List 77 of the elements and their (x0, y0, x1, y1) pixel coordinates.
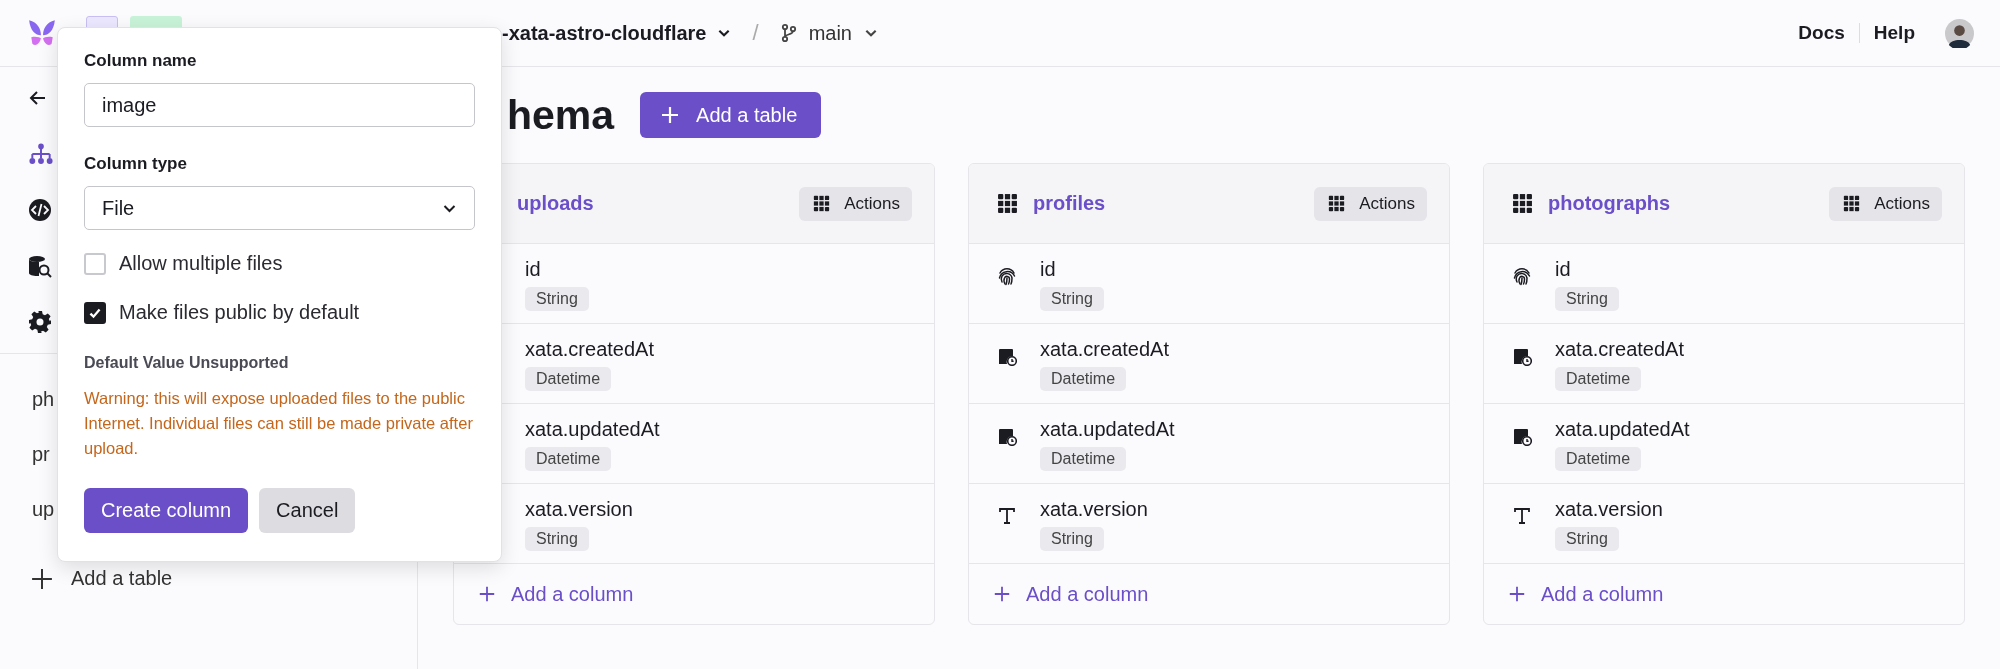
plus-icon (31, 567, 53, 590)
actions-button[interactable]: Actions (799, 186, 912, 221)
section-title: Default Value Unsupported (84, 354, 290, 372)
branch-dropdown[interactable]: main (780, 21, 878, 45)
column-type-tag: String (1555, 527, 1619, 551)
field-label: Column name (84, 50, 198, 72)
column-type-tag: Datetime (1040, 367, 1127, 391)
add-column-link[interactable]: Add a column (1508, 582, 1664, 606)
plus-icon (660, 105, 681, 125)
plus-icon (993, 585, 1011, 603)
grid-icon (1512, 193, 1533, 214)
column-name: xata.version (525, 497, 633, 522)
checkbox-label[interactable]: Make files public by default (119, 301, 360, 324)
grid-icon (1328, 195, 1346, 212)
code-icon (28, 198, 52, 222)
column-name: xata.createdAt (1555, 337, 1684, 362)
checkbox[interactable] (84, 301, 106, 324)
column-name: xata.updatedAt (525, 417, 660, 442)
column-type-tag: Datetime (1555, 367, 1642, 391)
table-name-link[interactable]: uploads (517, 192, 594, 215)
branch-icon (780, 23, 797, 43)
calendar-clock-icon (997, 346, 1017, 366)
hierarchy-icon (28, 143, 54, 165)
actions-button[interactable]: Actions (1314, 186, 1427, 221)
calendar-clock-icon (1512, 426, 1532, 446)
page-heading: hema (507, 91, 615, 139)
add-table-link[interactable]: Add a table (31, 567, 417, 590)
fingerprint-icon (997, 266, 1017, 286)
project-dropdown[interactable]: -xata-astro-cloudflare (502, 21, 731, 45)
fingerprint-icon (1512, 266, 1532, 286)
column-type-select[interactable]: File (84, 186, 475, 230)
create-column-button[interactable]: Create column (84, 488, 249, 533)
nav-link[interactable]: Docs (1798, 22, 1845, 44)
field-label: Column type (84, 153, 188, 175)
settings-icon (28, 310, 52, 334)
column-type-tag: Datetime (1040, 447, 1127, 471)
grid-icon (997, 193, 1018, 214)
column-name: id (1040, 257, 1056, 282)
checkbox-label[interactable]: Allow multiple files (119, 252, 283, 275)
text-type-icon (1512, 506, 1532, 526)
breadcrumb-separator: / (752, 20, 759, 46)
actions-button[interactable]: Actions (1829, 186, 1942, 221)
cancel-button[interactable]: Cancel (259, 488, 356, 533)
grid-icon (813, 195, 831, 212)
grid-icon (1843, 195, 1861, 212)
column-type-tag: Datetime (1555, 447, 1642, 471)
add-column-link[interactable]: Add a column (478, 582, 634, 606)
calendar-clock-icon (1512, 346, 1532, 366)
column-name: id (525, 257, 541, 282)
column-name: xata.updatedAt (1555, 417, 1690, 442)
plus-icon (1508, 585, 1526, 603)
table-name-link[interactable]: photographs (1548, 192, 1671, 215)
column-type-tag: String (525, 287, 589, 311)
column-name: xata.updatedAt (1040, 417, 1175, 442)
database-search-icon (28, 254, 52, 278)
column-name-input[interactable]: image (84, 83, 475, 127)
warning-text: Warning: this will expose uploaded files to the public Internet. Individual files can still be made private after upload. (84, 388, 474, 459)
column-type-tag: String (525, 527, 589, 551)
text-type-icon (997, 506, 1017, 526)
column-name: xata.createdAt (1040, 337, 1169, 362)
butterfly-logo-icon[interactable] (27, 18, 57, 48)
column-type-tag: String (1040, 287, 1104, 311)
column-name: xata.version (1555, 497, 1663, 522)
add-column-link[interactable]: Add a column (993, 582, 1149, 606)
column-name: xata.createdAt (525, 337, 654, 362)
column-type-tag: Datetime (525, 367, 612, 391)
table-name-link[interactable]: profiles (1033, 192, 1106, 215)
nav-link[interactable]: Help (1873, 22, 1915, 44)
column-type-tag: String (1555, 287, 1619, 311)
column-type-tag: String (1040, 527, 1104, 551)
column-name: xata.version (1040, 497, 1148, 522)
avatar[interactable] (1945, 18, 1974, 48)
add-table-button[interactable]: Add a table (640, 92, 822, 138)
calendar-clock-icon (997, 426, 1017, 446)
column-type-tag: Datetime (525, 447, 612, 471)
plus-icon (478, 585, 496, 603)
column-name: id (1555, 257, 1571, 282)
